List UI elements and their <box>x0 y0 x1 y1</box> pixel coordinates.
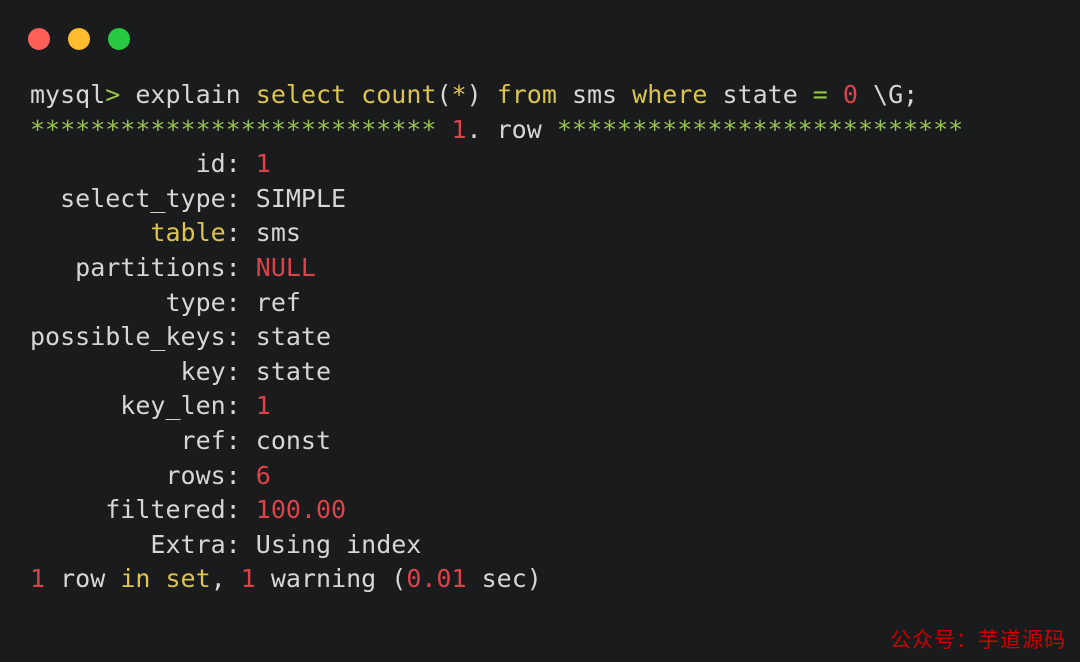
field-possible-keys: possible_keys: state <box>30 322 332 352</box>
field-type: type: ref <box>30 287 301 317</box>
terminal-output[interactable]: mysql> explain select count(*) from sms … <box>0 78 1080 597</box>
field-table: table: sms <box>150 218 301 248</box>
close-window-button[interactable] <box>28 28 50 50</box>
field-rows: rows: 6 <box>30 460 271 490</box>
field-extra: Extra: Using index <box>30 529 422 559</box>
field-key: key: state <box>30 356 332 386</box>
traffic-light-group <box>28 28 130 50</box>
field-key-len: key_len: 1 <box>30 391 271 421</box>
minimize-window-button[interactable] <box>68 28 90 50</box>
field-filtered: filtered: 100.00 <box>30 495 347 525</box>
row-separator: *************************** 1. row *****… <box>30 114 964 144</box>
zoom-window-button[interactable] <box>108 28 130 50</box>
watermark-text: 公众号：芋道源码 <box>890 628 1066 652</box>
terminal-window: mysql> explain select count(*) from sms … <box>0 0 1080 662</box>
window-titlebar <box>0 0 1080 78</box>
field-ref: ref: const <box>30 425 332 455</box>
field-partitions: partitions: NULL <box>30 252 316 282</box>
field-id: id: 1 <box>30 149 271 179</box>
prompt-line: mysql> explain select count(*) from sms … <box>30 80 919 109</box>
status-line: 1 row in set, 1 warning (0.01 sec) <box>30 564 542 594</box>
field-select-type: select_type: SIMPLE <box>30 183 347 213</box>
